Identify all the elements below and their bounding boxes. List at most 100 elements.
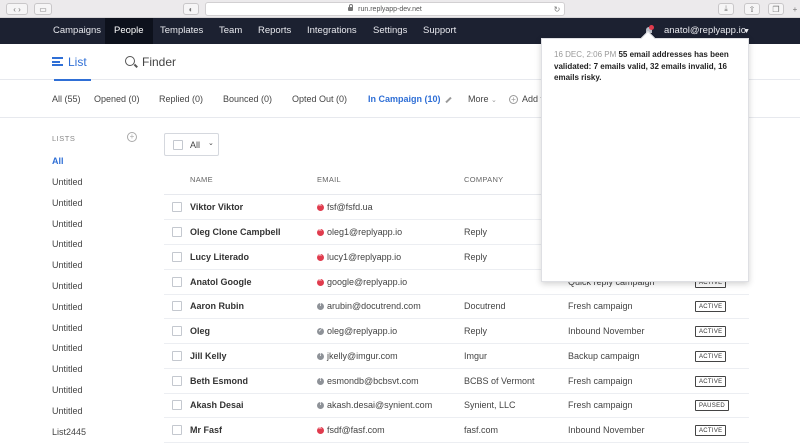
contact-campaign[interactable]: Fresh campaign — [568, 376, 633, 386]
contact-name[interactable]: Akash Desai — [190, 400, 244, 410]
list-icon — [52, 57, 63, 66]
filter-opened[interactable]: Opened (0) — [94, 80, 140, 118]
email-invalid-icon — [317, 252, 324, 261]
notification-time: 16 DEC, 2:06 PM — [554, 50, 617, 59]
nav-people[interactable]: People — [105, 18, 153, 44]
status-badge: ACTIVE — [695, 425, 727, 436]
shield-icon[interactable]: ◐ — [183, 3, 199, 15]
email-text: lucy1@replyapp.io — [327, 252, 402, 262]
table-row[interactable]: Akash Desai akash.desai@synient.com Syni… — [164, 393, 749, 418]
download-icon[interactable]: ⤓ — [718, 3, 734, 15]
share-icon[interactable]: ⇧ — [744, 3, 760, 15]
row-checkbox[interactable] — [172, 376, 182, 386]
contact-name[interactable]: Oleg — [190, 326, 210, 336]
sidebar-item-list[interactable]: Untitled — [52, 281, 83, 291]
table-row[interactable]: Jill Kelly jkelly@imgur.com Imgur Backup… — [164, 344, 749, 369]
reload-icon[interactable]: ↻ — [551, 3, 563, 15]
row-checkbox[interactable] — [172, 326, 182, 336]
contact-email: jkelly@imgur.com — [317, 351, 398, 361]
contact-name[interactable]: Beth Esmond — [190, 376, 248, 386]
filter-in-campaign[interactable]: In Campaign (10) — [368, 80, 452, 118]
add-filter-label: Add f — [522, 94, 544, 104]
back-forward-buttons[interactable]: ‹ › — [6, 3, 28, 15]
contact-campaign[interactable]: Fresh campaign — [568, 301, 633, 311]
nav-campaigns[interactable]: Campaigns — [44, 18, 110, 44]
sidebar-item-list[interactable]: Untitled — [52, 364, 83, 374]
filter-opted-out[interactable]: Opted Out (0) — [292, 80, 347, 118]
sidebar-item-list[interactable]: Untitled — [52, 323, 83, 333]
sidebar-item-list[interactable]: Untitled — [52, 177, 83, 187]
pencil-icon[interactable] — [444, 96, 452, 103]
sidebar-item-list[interactable]: Untitled — [52, 302, 83, 312]
row-checkbox[interactable] — [172, 351, 182, 361]
nav-reports[interactable]: Reports — [249, 18, 300, 44]
contact-campaign[interactable]: Backup campaign — [568, 351, 640, 361]
contact-name[interactable]: Lucy Literado — [190, 252, 249, 262]
address-bar[interactable]: run.replyapp-dev.net — [205, 2, 565, 16]
contact-campaign[interactable]: Inbound November — [568, 326, 645, 336]
sidebar-item-list[interactable]: Untitled — [52, 239, 83, 249]
table-row[interactable]: Mr Fasf fsdf@fasf.com fasf.com Inbound N… — [164, 418, 749, 443]
email-invalid-icon — [317, 277, 324, 286]
contact-email: oleg@replyapp.io — [317, 326, 397, 336]
sidebar-item-list[interactable]: Untitled — [52, 385, 83, 395]
nav-support[interactable]: Support — [414, 18, 465, 44]
filter-more[interactable]: More ⌄ — [468, 80, 497, 118]
filter-replied[interactable]: Replied (0) — [159, 80, 203, 118]
sidebar-item-list[interactable]: Untitled — [52, 343, 83, 353]
sidebar-item-list[interactable]: List2445 — [52, 427, 86, 437]
lists-heading: LISTS — [52, 134, 76, 143]
row-checkbox[interactable] — [172, 301, 182, 311]
table-row[interactable]: Beth Esmond esmondb@bcbsvt.com BCBS of V… — [164, 369, 749, 394]
nav-team[interactable]: Team — [210, 18, 251, 44]
sidebar-item-list[interactable]: Untitled — [52, 198, 83, 208]
lock-icon — [348, 4, 354, 11]
row-checkbox[interactable] — [172, 400, 182, 410]
contact-company: BCBS of Vermont — [464, 376, 535, 386]
contact-name[interactable]: Anatol Google — [190, 277, 252, 287]
row-checkbox[interactable] — [172, 277, 182, 287]
chevron-down-icon[interactable]: ▼ — [743, 28, 750, 35]
contact-email: lucy1@replyapp.io — [317, 252, 401, 262]
add-list-icon[interactable]: + — [127, 132, 137, 142]
filter-bounced[interactable]: Bounced (0) — [223, 80, 272, 118]
sidebar-item-list[interactable]: Untitled — [52, 219, 83, 229]
contact-name[interactable]: Mr Fasf — [190, 425, 222, 435]
contact-company: Reply — [464, 227, 488, 237]
table-row[interactable]: Oleg oleg@replyapp.io Reply Inbound Nove… — [164, 319, 749, 344]
tab-list[interactable]: List — [52, 44, 91, 81]
contact-email: google@replyapp.io — [317, 277, 407, 287]
status-badge: ACTIVE — [695, 351, 727, 362]
select-all-label: All — [190, 140, 201, 150]
tabs-icon[interactable]: ❐ — [768, 3, 784, 15]
row-checkbox[interactable] — [172, 252, 182, 262]
filter-all[interactable]: All (55) — [52, 80, 81, 118]
column-email[interactable]: EMAIL — [317, 175, 341, 184]
add-filter-button[interactable]: + Add f — [509, 80, 543, 118]
row-checkbox[interactable] — [172, 202, 182, 212]
contact-campaign[interactable]: Fresh campaign — [568, 400, 633, 410]
contact-company: Imgur — [464, 351, 488, 361]
sidebar-item-list[interactable]: Untitled — [52, 406, 83, 416]
new-tab-icon[interactable]: + — [790, 3, 800, 15]
nav-settings[interactable]: Settings — [364, 18, 416, 44]
nav-integrations[interactable]: Integrations — [298, 18, 366, 44]
notification-item[interactable]: 16 DEC, 2:06 PM 55 email addresses has b… — [554, 49, 744, 84]
tab-finder[interactable]: Finder — [125, 44, 176, 80]
contact-name[interactable]: Viktor Viktor — [190, 202, 243, 212]
table-row[interactable]: Aaron Rubin arubin@docutrend.com Docutre… — [164, 294, 749, 319]
contact-name[interactable]: Jill Kelly — [190, 351, 227, 361]
column-name[interactable]: NAME — [190, 175, 213, 184]
column-company[interactable]: COMPANY — [464, 175, 503, 184]
contact-campaign[interactable]: Inbound November — [568, 425, 645, 435]
sidebar-toggle-icon[interactable]: ▭ — [34, 3, 52, 15]
sidebar-item-list[interactable]: Untitled — [52, 260, 83, 270]
row-checkbox[interactable] — [172, 227, 182, 237]
sidebar-item-all[interactable]: All — [52, 156, 64, 166]
select-all-dropdown[interactable]: All ⌄ — [164, 133, 219, 156]
row-checkbox[interactable] — [172, 425, 182, 435]
nav-templates[interactable]: Templates — [151, 18, 212, 44]
select-all-checkbox[interactable] — [173, 140, 183, 150]
contact-name[interactable]: Aaron Rubin — [190, 301, 244, 311]
contact-name[interactable]: Oleg Clone Campbell — [190, 227, 281, 237]
